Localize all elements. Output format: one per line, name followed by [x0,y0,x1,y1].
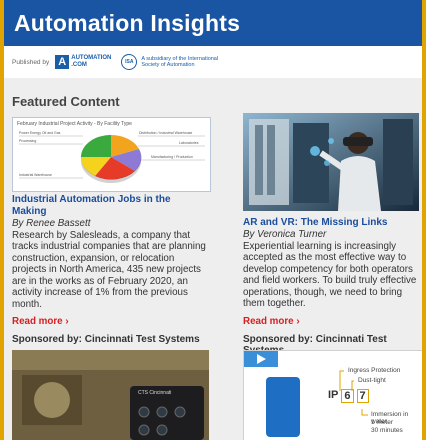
ar-vr-photo-thumbnail[interactable] [243,113,419,211]
isa-logo-icon[interactable]: ISA [121,54,138,70]
card-author: By Renee Bassett [12,218,91,229]
card-title-link[interactable]: Industrial Automation Jobs in the Making [12,194,207,218]
published-by-label: Published by [12,58,50,66]
read-more-link[interactable]: Read more › [12,316,69,328]
featured-card-ar-vr: AR and VR: The Missing Links By Veronica… [243,217,421,327]
card-body: Experiential learning is increasingly ac… [243,240,417,310]
pie-chart-image [19,134,205,183]
newsletter-frame: Automation Insights Published by A AUTOM… [4,0,422,440]
featured-card-jobs: Industrial Automation Jobs in the Making… [12,194,207,328]
sponsored-ip67-video[interactable]: Ingress Protection Dust-tight IP 6 7 Imm… [243,350,422,440]
meter-label: 1 meter [371,419,394,426]
automation-com-logo[interactable]: A AUTOMATION .COM [55,55,111,69]
chart-thumb-label: Processing [19,139,37,143]
chart-thumb-caption: February Industrial Project Activity - B… [17,121,132,127]
automation-logo-text: AUTOMATION .COM [71,55,112,68]
isa-tagline: A subsidiary of the International Societ… [141,55,219,69]
featured-content-heading: Featured Content [12,94,120,109]
ar-headset-photo [243,113,419,211]
minutes-label: 30 minutes [371,427,403,434]
newsletter-title: Automation Insights [14,9,241,36]
project-activity-chart-thumbnail[interactable]: February Industrial Project Activity - B… [12,117,211,192]
chart-thumb-label: Power Energy Oil and Gas [19,131,61,135]
chart-thumb-label: Laboratories [179,141,199,145]
newsletter-header: Automation Insights [4,0,422,46]
publisher-bar: Published by A AUTOMATION .COM ISA A sub… [4,46,422,78]
device-photo-image [12,350,209,440]
device-brand-text: CTS Cincinnati [138,390,172,396]
chart-thumb-label: Manufacturing / Production [151,155,193,159]
sponsored-device-photo[interactable]: CTS Cincinnati [12,350,209,440]
card-title-link[interactable]: AR and VR: The Missing Links [243,217,421,229]
chart-thumb-label: Distribution / Industrial Warehouse [139,131,193,135]
card-author: By Veronica Turner [243,229,327,240]
read-more-link[interactable]: Read more › [243,316,300,328]
automation-logo-mark-icon: A [55,55,70,69]
chart-thumb-label: Industrial Warehouse [19,173,52,177]
card-body: Research by Salesleads, a company that t… [12,229,206,310]
sponsored-label: Sponsored by: Cincinnati Test Systems [12,334,200,345]
